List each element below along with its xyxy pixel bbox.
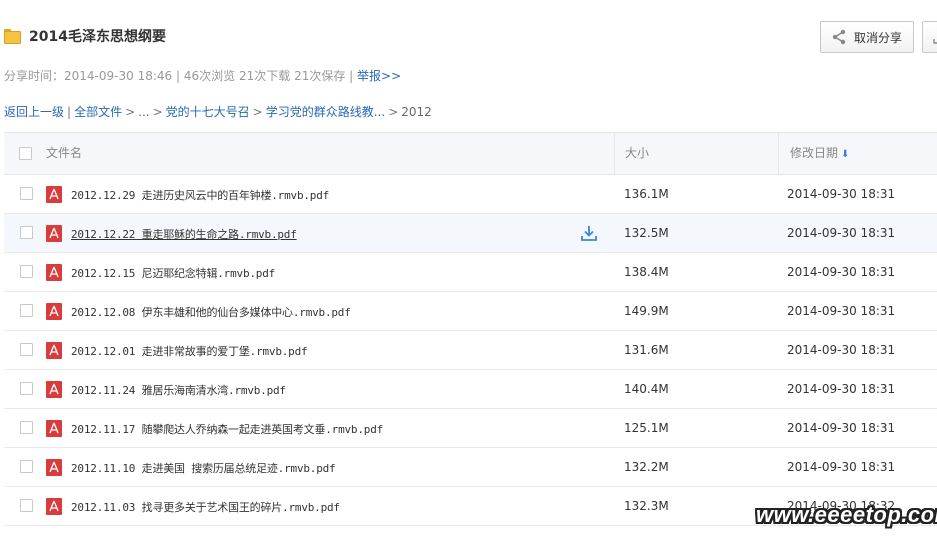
row-checkbox[interactable] <box>20 187 33 200</box>
row-checkbox[interactable] <box>20 343 33 356</box>
breadcrumb-ellipsis[interactable]: ... <box>138 105 149 119</box>
breadcrumb-all-files[interactable]: 全部文件 <box>74 105 122 119</box>
column-header-size[interactable]: 大小 <box>614 133 778 174</box>
pdf-file-icon <box>46 342 62 359</box>
file-name[interactable]: 2012.11.03 找寻更多关于艺术国王的碎片.rmvb.pdf <box>71 499 340 515</box>
file-list: 2012.12.29 走进历史风云中的百年钟楼.rmvb.pdf 136.1M 20… <box>4 175 937 526</box>
cancel-share-button[interactable]: 取消分享 <box>820 21 914 53</box>
sort-down-arrow-icon: ⬇ <box>841 149 850 160</box>
select-all-checkbox[interactable] <box>19 147 32 160</box>
pdf-file-icon <box>46 186 62 203</box>
share-meta: 分享时间：2014-09-30 18:46 | 46次浏览 21次下载 21次保… <box>4 69 402 83</box>
file-date: 2014-09-30 18:31 <box>787 343 896 357</box>
file-row[interactable]: 2012.12.01 走进非常故事的爱丁堡.rmvb.pdf 131.6M 2014… <box>4 331 937 370</box>
file-date: 2014-09-30 18:31 <box>787 421 896 435</box>
folder-icon <box>4 29 21 44</box>
share-time: 2014-09-30 18:46 <box>64 69 173 83</box>
pdf-file-icon <box>46 264 62 281</box>
pdf-file-icon <box>46 381 62 398</box>
file-row[interactable]: 2012.12.08 伊东丰雄和他的仙台多媒体中心.rmvb.pdf 149.9M… <box>4 292 937 331</box>
breadcrumb: 返回上一级 | 全部文件 >... > 党的十七大号召 > 学习党的群众路线教... >2012 <box>4 105 432 119</box>
page-title: 2014毛泽东思想纲要 <box>29 29 166 45</box>
file-size: 149.9M <box>624 304 669 318</box>
file-row[interactable]: 2012.11.24 雅居乐海南清水湾.rmvb.pdf 140.4M 2014-0… <box>4 370 937 409</box>
row-checkbox[interactable] <box>20 265 33 278</box>
file-date: 2014-09-30 18:31 <box>787 187 896 201</box>
file-table-header: 文件名 大小 修改日期 ⬇ <box>4 132 937 175</box>
share-header: 2014毛泽东思想纲要 取消分享 <box>0 0 937 60</box>
row-checkbox[interactable] <box>20 382 33 395</box>
share-time-label: 分享时间： <box>4 69 65 83</box>
column-header-date-label: 修改日期 <box>790 146 839 160</box>
file-size: 125.1M <box>624 421 669 435</box>
file-size: 132.3M <box>624 499 669 513</box>
pdf-file-icon <box>46 459 62 476</box>
file-date: 2014-09-30 18:31 <box>787 304 896 318</box>
pdf-file-icon <box>46 225 62 242</box>
file-size: 138.4M <box>624 265 669 279</box>
column-header-name[interactable]: 文件名 <box>46 133 82 174</box>
breadcrumb-level2[interactable]: 学习党的群众路线教... <box>266 105 385 119</box>
watermark: www.eeeetop.com <box>756 502 937 527</box>
pdf-file-icon <box>46 498 62 515</box>
download-tray-icon <box>933 39 937 44</box>
save-count: 21次保存 <box>294 69 346 83</box>
file-row[interactable]: 2012.12.29 走进历史风云中的百年钟楼.rmvb.pdf 136.1M 20… <box>4 175 937 214</box>
breadcrumb-back[interactable]: 返回上一级 <box>4 105 64 119</box>
file-date: 2014-09-30 18:31 <box>787 226 896 240</box>
pdf-file-icon <box>46 420 62 437</box>
file-size: 140.4M <box>624 382 669 396</box>
file-name[interactable]: 2012.12.08 伊东丰雄和他的仙台多媒体中心.rmvb.pdf <box>71 304 351 320</box>
breadcrumb-current: 2012 <box>401 105 432 119</box>
share-icon <box>832 29 846 45</box>
row-checkbox[interactable] <box>20 499 33 512</box>
file-name[interactable]: 2012.11.17 随攀爬达人乔纳森一起走进英国考文垂.rmvb.pdf <box>71 421 383 437</box>
file-size: 136.1M <box>624 187 669 201</box>
breadcrumb-level1[interactable]: 党的十七大号召 <box>166 105 250 119</box>
file-date: 2014-09-30 18:31 <box>787 265 896 279</box>
download-icon[interactable] <box>580 224 598 242</box>
file-size: 132.2M <box>624 460 669 474</box>
file-row[interactable]: 2012.11.17 随攀爬达人乔纳森一起走进英国考文垂.rmvb.pdf 125… <box>4 409 937 448</box>
file-name[interactable]: 2012.12.22 重走耶稣的生命之路.rmvb.pdf <box>71 226 297 242</box>
column-header-date[interactable]: 修改日期 ⬇ <box>778 133 937 174</box>
cancel-share-label: 取消分享 <box>854 30 903 45</box>
row-checkbox[interactable] <box>20 304 33 317</box>
file-name[interactable]: 2012.12.29 走进历史风云中的百年钟楼.rmvb.pdf <box>71 187 329 203</box>
report-link[interactable]: 举报>> <box>357 69 401 83</box>
row-checkbox[interactable] <box>20 226 33 239</box>
file-name[interactable]: 2012.11.24 雅居乐海南清水湾.rmvb.pdf <box>71 382 286 398</box>
view-count: 46次浏览 <box>183 69 236 83</box>
file-row[interactable]: 2012.11.10 走进美国 搜索历届总统足迹.rmvb.pdf 132.2M 2… <box>4 448 937 487</box>
file-size: 131.6M <box>624 343 669 357</box>
file-name[interactable]: 2012.11.10 走进美国 搜索历届总统足迹.rmvb.pdf <box>71 460 336 476</box>
file-date: 2014-09-30 18:31 <box>787 382 896 396</box>
row-checkbox[interactable] <box>20 460 33 473</box>
row-checkbox[interactable] <box>20 421 33 434</box>
pdf-file-icon <box>46 303 62 320</box>
file-row[interactable]: 2012.12.15 尼迈耶纪念特辑.rmvb.pdf 138.4M 2014-09… <box>4 253 937 292</box>
file-row[interactable]: 2012.12.22 重走耶稣的生命之路.rmvb.pdf 132.5M 2014-… <box>4 214 937 253</box>
file-date: 2014-09-30 18:31 <box>787 460 896 474</box>
file-name[interactable]: 2012.12.15 尼迈耶纪念特辑.rmvb.pdf <box>71 265 275 281</box>
download-count: 21次下载 <box>238 69 291 83</box>
file-size: 132.5M <box>624 226 669 240</box>
file-name[interactable]: 2012.12.01 走进非常故事的爱丁堡.rmvb.pdf <box>71 343 308 359</box>
download-all-button[interactable] <box>922 21 937 53</box>
